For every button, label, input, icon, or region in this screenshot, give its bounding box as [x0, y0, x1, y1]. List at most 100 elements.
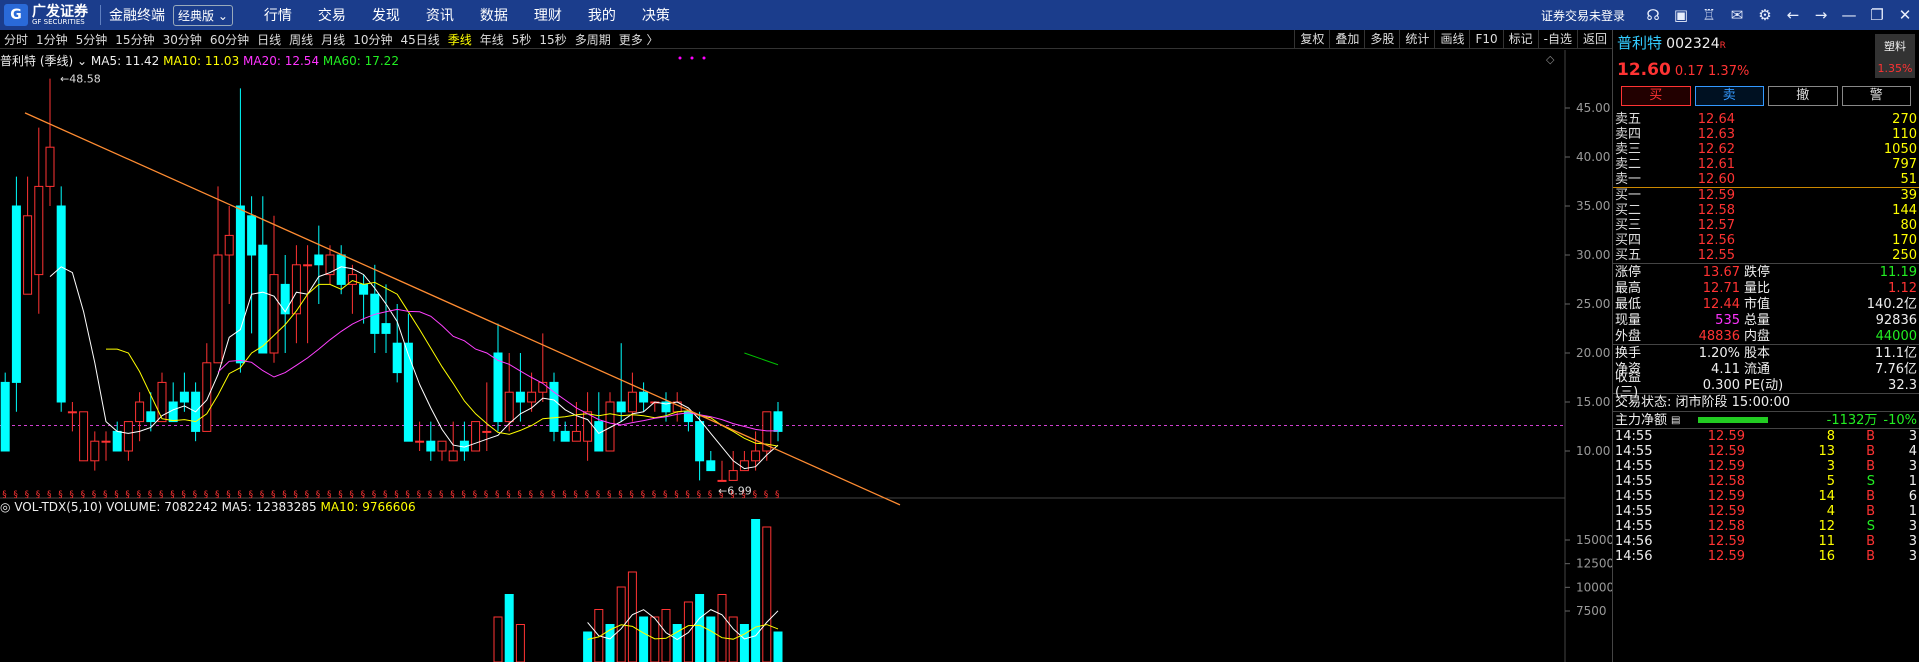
main-flow-row: 主力净额 ▤ -1132万 -10% — [1613, 411, 1919, 428]
legend-vol-toggle-icon[interactable]: ◎ — [0, 500, 10, 514]
forward-arrow-icon[interactable]: → — [1807, 6, 1835, 24]
close-icon[interactable]: ✕ — [1891, 6, 1919, 24]
ask-row[interactable]: 卖二 12.61 797 — [1613, 157, 1919, 172]
dividend-marker: § — [372, 490, 377, 500]
candle-body — [706, 460, 716, 472]
dividend-marker: § — [596, 490, 601, 500]
dividend-marker: § — [540, 490, 545, 500]
candle-body — [280, 283, 290, 315]
tick-count: 6 — [1908, 489, 1917, 504]
candle-body — [135, 401, 145, 423]
settings-icon[interactable]: ⚙ — [1751, 6, 1779, 24]
candle-body — [739, 460, 749, 472]
dividend-marker: § — [652, 490, 657, 500]
stat-label: 最高 — [1615, 280, 1642, 296]
tick-direction: B — [1866, 534, 1875, 549]
sector-box[interactable]: 塑料 1.35% — [1875, 34, 1915, 78]
kline-chart[interactable]: 45.00 40.00 35.00 30.00 25.00 20.00 15.00 10.00… — [0, 0, 1612, 662]
bid-row[interactable]: 买四 12.56 170 — [1613, 233, 1919, 248]
dividend-marker: § — [529, 490, 534, 500]
restore-icon[interactable]: ❐ — [1863, 6, 1891, 24]
tick-volume: 12 — [1818, 519, 1835, 534]
stat-label: 跌停 — [1744, 264, 1771, 280]
candle-body — [336, 254, 346, 285]
volume-legend: ◎ VOL-TDX(5,10) VOLUME: 7082242 MA5: 123… — [0, 500, 416, 514]
tick-time: 14:55 — [1615, 459, 1653, 474]
candle-body — [213, 254, 223, 364]
stat2-value: 11.1亿 — [1875, 345, 1917, 361]
shirt-icon[interactable]: ♖ — [1695, 6, 1723, 24]
ask-row[interactable]: 卖四 12.63 110 — [1613, 127, 1919, 142]
tick-volume: 4 — [1826, 504, 1835, 519]
bid-row[interactable]: 买五 12.55 250 — [1613, 248, 1919, 263]
ask-row[interactable]: 卖一 12.60 51 — [1613, 172, 1919, 187]
dividend-marker: § — [607, 490, 612, 500]
ask-label: 卖五 — [1615, 112, 1642, 127]
list-icon[interactable]: ▤ — [1671, 413, 1680, 428]
sell-button[interactable]: 卖 — [1694, 86, 1764, 106]
tick-price: 12.59 — [1707, 534, 1745, 549]
dividend-marker: § — [181, 490, 186, 500]
legend-toggle-icon[interactable]: ⌄ — [77, 54, 87, 68]
tick-count: 4 — [1908, 444, 1917, 459]
tick-row: 14:56 12.59 16 B 3 — [1613, 549, 1919, 564]
stat-value: 12.71 — [1702, 280, 1740, 296]
ask-book: 卖五 12.64 270 卖四 12.63 110 卖三 12.62 1050 卖二 12.61 79… — [1613, 112, 1919, 187]
dividend-marker: § — [629, 490, 634, 500]
dividend-marker: § — [193, 490, 198, 500]
candle-body — [594, 421, 604, 452]
bid-price: 12.57 — [1697, 218, 1735, 233]
ask-volume: 110 — [1892, 127, 1917, 142]
tick-row: 14:55 12.59 3 B 3 — [1613, 459, 1919, 474]
tick-time: 14:55 — [1615, 504, 1653, 519]
minimize-icon[interactable]: — — [1835, 6, 1863, 24]
candle-body — [269, 274, 279, 354]
stat-row: 外盘 48836 内盘 44000 — [1613, 328, 1919, 344]
bid-label: 买四 — [1615, 233, 1642, 248]
dividend-marker: § — [551, 490, 556, 500]
ask-label: 卖四 — [1615, 127, 1642, 142]
volume-bar — [762, 526, 772, 662]
dividend-marker: § — [361, 490, 366, 500]
ask-price: 12.62 — [1697, 142, 1735, 157]
bid-price: 12.56 — [1697, 233, 1735, 248]
ask-price: 12.63 — [1697, 127, 1735, 142]
tick-row: 14:55 12.59 4 B 1 — [1613, 504, 1919, 519]
trade-status: 交易状态: 闭市阶段 15:00:00 — [1615, 395, 1791, 410]
tick-time: 14:56 — [1615, 534, 1653, 549]
dividend-marker: § — [137, 490, 142, 500]
bid-price: 12.58 — [1697, 203, 1735, 218]
tick-price: 12.59 — [1707, 459, 1745, 474]
ask-label: 卖一 — [1615, 172, 1642, 187]
buy-button[interactable]: 买 — [1621, 86, 1691, 106]
ask-row[interactable]: 卖五 12.64 270 — [1613, 112, 1919, 127]
stat2-value: 4.11 — [1711, 361, 1740, 377]
dividend-marker: § — [573, 490, 578, 500]
tick-price: 12.58 — [1707, 474, 1745, 489]
tick-direction: B — [1866, 429, 1875, 444]
dividend-marker: § — [394, 490, 399, 500]
bid-row[interactable]: 买一 12.59 39 — [1613, 188, 1919, 203]
tick-row: 14:55 12.59 14 B 6 — [1613, 489, 1919, 504]
alert-button[interactable]: 警 — [1841, 86, 1911, 106]
dividend-marker: § — [450, 490, 455, 500]
candle-body — [773, 411, 783, 432]
dividend-marker: § — [69, 490, 74, 500]
ask-row[interactable]: 卖三 12.62 1050 — [1613, 142, 1919, 157]
candle-body — [112, 430, 122, 452]
bid-row[interactable]: 买三 12.57 80 — [1613, 218, 1919, 233]
volume-bar — [695, 594, 705, 662]
tick-direction: B — [1866, 549, 1875, 564]
message-icon[interactable]: ✉ — [1723, 6, 1751, 24]
dividend-marker: § — [148, 490, 153, 500]
bid-row[interactable]: 买二 12.58 144 — [1613, 203, 1919, 218]
screenshot-icon[interactable]: ▣ — [1667, 6, 1695, 24]
dividend-marker: § — [753, 490, 758, 500]
bid-label: 买一 — [1615, 188, 1642, 203]
cancel-order-button[interactable]: 撤 — [1768, 86, 1838, 106]
dividend-marker: § — [674, 490, 679, 500]
back-arrow-icon[interactable]: ← — [1779, 6, 1807, 24]
stat-row: 最低 12.44 市值 140.2亿 — [1613, 296, 1919, 312]
headset-icon[interactable]: ☊ — [1639, 6, 1667, 24]
tick-time: 14:55 — [1615, 489, 1653, 504]
